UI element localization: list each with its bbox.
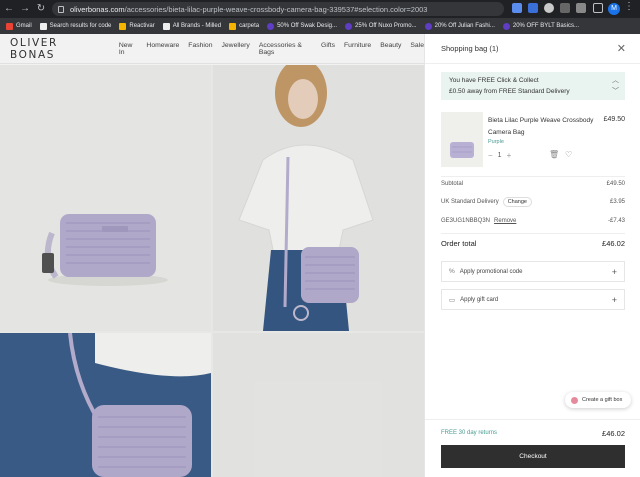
footer-total: £46.02: [602, 429, 625, 438]
extension-icon[interactable]: [512, 3, 522, 13]
bookmark-item[interactable]: 50% Off Swak Desig...: [267, 22, 337, 30]
extension-icon[interactable]: [560, 3, 570, 13]
gift-card-accordion[interactable]: ▭ Apply gift card +: [441, 289, 625, 310]
lock-icon: [58, 5, 64, 13]
increase-button[interactable]: +: [507, 151, 512, 160]
divider: [441, 176, 625, 177]
sidebar-icon[interactable]: [593, 3, 603, 13]
change-delivery-button[interactable]: Change: [502, 197, 532, 207]
divider: [441, 233, 625, 234]
remove-code-link[interactable]: Remove: [494, 218, 516, 224]
chevron-up-icon[interactable]: ︿: [612, 75, 619, 86]
extension-icon[interactable]: [528, 3, 538, 13]
forward-icon[interactable]: →: [18, 0, 32, 18]
bag-line-item: Bieta Lilac Purple Weave Crossbody Camer…: [441, 112, 625, 170]
item-name[interactable]: Bieta Lilac Purple Weave Crossbody Camer…: [488, 115, 596, 139]
promo-code-label: Apply promotional code: [459, 268, 523, 275]
extension-icon[interactable]: [544, 3, 554, 13]
bookmark-item[interactable]: Gmail: [6, 22, 32, 30]
item-color: Purple: [488, 139, 504, 145]
drawer-title: Shopping bag (1): [441, 44, 499, 53]
bookmark-item[interactable]: All Brands - Milled: [162, 22, 221, 30]
browser-toolbar: ← → ↻ oliverbonas.com/accessories/bieta-…: [0, 0, 640, 18]
subtotal-label: Subtotal: [441, 181, 464, 187]
menu-kebab-icon[interactable]: ⋮: [624, 1, 634, 12]
percent-tag-icon: %: [449, 268, 455, 275]
subtotal-value: £49.50: [606, 181, 625, 187]
item-price: £49.50: [603, 116, 625, 123]
order-total-label: Order total: [441, 239, 477, 248]
bookmark-item[interactable]: 20% OFF BYLT Basics...: [502, 22, 579, 30]
milled-icon: [162, 22, 170, 30]
order-total-value: £46.02: [602, 239, 625, 248]
quantity-stepper: − 1 +: [488, 151, 511, 160]
coupon-icon: [424, 22, 432, 30]
bag-thumbnail-illustration: [450, 142, 474, 158]
heart-icon[interactable]: ♡: [565, 150, 572, 159]
decrease-button[interactable]: −: [488, 151, 493, 160]
gift-icon: [571, 396, 578, 404]
checkout-button[interactable]: Checkout: [441, 445, 625, 468]
gift-card-icon: ▭: [449, 296, 456, 304]
bookmark-item[interactable]: Reactivar: [119, 22, 155, 30]
delivery-row: UK Standard Delivery Change £3.95: [441, 197, 625, 207]
promo-line-2: £0.50 away from FREE Standard Delivery: [449, 88, 570, 95]
bookmarks-bar: Gmail Search results for code Reactivar …: [0, 18, 640, 34]
puzzle-icon[interactable]: [576, 3, 586, 13]
bookmark-item[interactable]: 25% Off Nuxo Promo...: [345, 22, 417, 30]
shopping-bag-drawer: Shopping bag (1) ✕ You have FREE Click &…: [424, 34, 640, 477]
delivery-promo-banner[interactable]: You have FREE Click & Collect ︿ £0.50 awa…: [441, 72, 625, 100]
page-overlay[interactable]: [0, 34, 424, 477]
bookmark-item[interactable]: Search results for code: [39, 22, 111, 30]
gift-card-label: Apply gift card: [460, 296, 499, 303]
coupon-icon: [345, 22, 353, 30]
create-gift-box-button[interactable]: Create a gift box: [565, 392, 631, 408]
gmail-icon: [6, 22, 13, 30]
chevron-down-icon[interactable]: ﹀: [612, 86, 619, 97]
bookmark-item[interactable]: carpeta: [229, 22, 259, 30]
quantity-value: 1: [497, 152, 502, 159]
folder-icon: [119, 22, 127, 30]
url-text: oliverbonas.com/accessories/bieta-lilac-…: [70, 4, 428, 14]
discount-code-row: GE3UG1NBBQ3N Remove -£7.43: [441, 218, 625, 224]
order-total-row: Order total £46.02: [441, 239, 625, 248]
close-icon[interactable]: ✕: [617, 42, 626, 55]
drawer-footer: FREE 30 day returns £46.02 Checkout: [425, 419, 640, 477]
promo-code-accordion[interactable]: % Apply promotional code +: [441, 261, 625, 282]
gift-box-label: Create a gift box: [582, 397, 623, 403]
profile-avatar[interactable]: M: [608, 3, 620, 15]
trash-icon[interactable]: 🗑: [549, 150, 559, 159]
subtotal-row: Subtotal £49.50: [441, 181, 625, 187]
address-bar[interactable]: oliverbonas.com/accessories/bieta-lilac-…: [52, 2, 504, 16]
discount-code: GE3UG1NBBQ3N: [441, 218, 491, 224]
coupon-icon: [502, 22, 510, 30]
promo-line-1: You have FREE Click & Collect: [449, 77, 539, 84]
bookmark-item[interactable]: 20% Off Julian Fashi...: [424, 22, 495, 30]
plus-icon[interactable]: +: [612, 295, 617, 305]
delivery-value: £3.95: [609, 199, 625, 205]
milled-icon: [39, 22, 47, 30]
back-icon[interactable]: ←: [2, 0, 16, 18]
discount-value: -£7.43: [607, 218, 625, 224]
delivery-label: UK Standard Delivery: [441, 199, 499, 205]
coupon-icon: [267, 22, 275, 30]
item-thumbnail[interactable]: [441, 112, 483, 167]
returns-info: FREE 30 day returns: [441, 430, 498, 436]
reload-icon[interactable]: ↻: [34, 0, 48, 18]
plus-icon[interactable]: +: [612, 267, 617, 277]
folder-icon: [229, 22, 237, 30]
drawer-header: Shopping bag (1) ✕: [425, 34, 640, 64]
